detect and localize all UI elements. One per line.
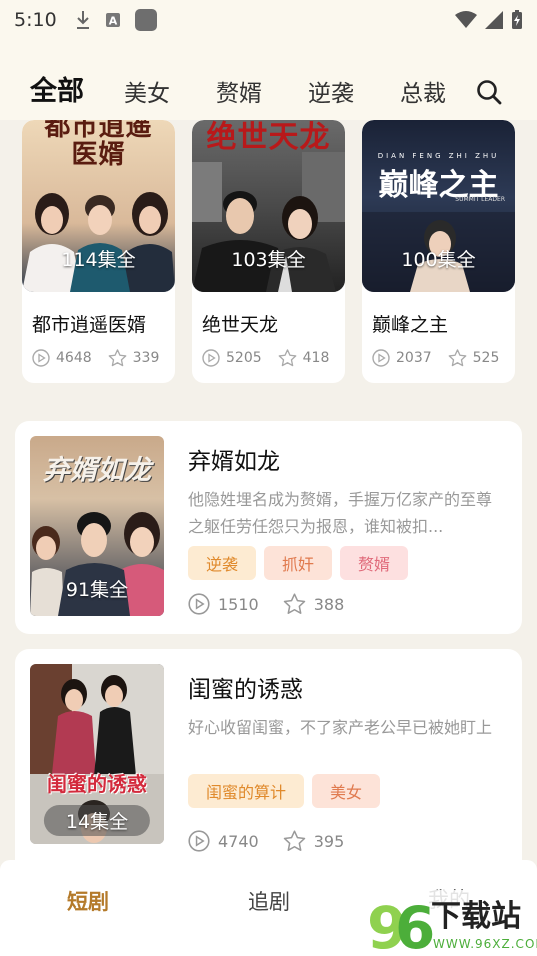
genre-tag[interactable]: 抓奸: [264, 546, 333, 580]
tab-all[interactable]: 全部: [30, 69, 84, 108]
star-icon: [283, 593, 305, 614]
star-count: 339: [108, 349, 159, 367]
status-time: 5:10: [14, 9, 57, 31]
download-icon: [76, 11, 89, 29]
episode-count-badge: 100集全: [401, 249, 476, 271]
cover-title-art: 弃婿如龙: [43, 455, 151, 486]
svg-text:6: 6: [395, 894, 435, 956]
svg-text:下载站: 下载站: [431, 899, 521, 934]
play-circle-icon: [188, 830, 210, 852]
star-count: 525: [448, 349, 499, 367]
category-tab-bar: 全部 美女 赘婿 逆袭 总裁: [0, 40, 537, 120]
play-count: 5205: [202, 349, 262, 367]
drama-stats: 1510 388: [188, 593, 368, 615]
play-circle-icon: [372, 349, 390, 367]
drama-cover[interactable]: 绝世天龙 103集全: [192, 120, 345, 292]
nav-item-shorts[interactable]: 短剧: [67, 886, 109, 916]
drama-card[interactable]: DIAN FENG ZHI ZHU 巅峰之主 SUMMIT LEADER 100…: [362, 120, 515, 383]
a-icon: A: [105, 13, 120, 28]
drama-stats: 4648 339: [22, 337, 175, 367]
tab-son-in-law[interactable]: 赘婿: [216, 74, 262, 108]
play-count: 4648: [32, 349, 92, 367]
signal-icon: [485, 11, 503, 29]
star-count: 388: [283, 593, 344, 615]
drama-cover[interactable]: 闺蜜的诱惑 14集全: [30, 664, 164, 844]
drama-card[interactable]: 都市逍遥 医婿 114集全 都市逍遥医婿 4648 339: [22, 120, 175, 383]
search-icon[interactable]: [475, 78, 503, 106]
episode-count-badge: 91集全: [65, 579, 129, 601]
tag-list: 闺蜜的算计 美女: [188, 774, 507, 808]
drama-list-item[interactable]: 弃婿如龙 91集全 弃婿如龙 他隐姓埋名成为赘婿，手握万亿家产的至尊之躯任劳任怨…: [15, 421, 522, 634]
status-bar: 5:10 A: [0, 0, 537, 40]
svg-text:WWW.96XZ.COM: WWW.96XZ.COM: [433, 937, 537, 951]
wifi-icon: [455, 11, 477, 28]
drama-card[interactable]: 绝世天龙 103集全 绝世天龙 5205 418: [192, 120, 345, 383]
drama-title[interactable]: 弃婿如龙: [188, 442, 507, 476]
genre-tag[interactable]: 美女: [312, 774, 381, 808]
cover-title-art: 都市逍遥 医婿: [44, 120, 153, 170]
genre-tag[interactable]: 赘婿: [340, 546, 409, 580]
star-count: 395: [283, 830, 344, 852]
drama-list-item[interactable]: 闺蜜的诱惑 14集全 闺蜜的诱惑 好心收留闺蜜，不了家产老公早已被她盯上 闺蜜的…: [15, 649, 522, 860]
drama-stats: 2037 525: [362, 337, 515, 367]
episode-count-badge: 14集全: [43, 805, 151, 836]
status-left-icons: A: [75, 9, 157, 31]
episode-count-badge: 114集全: [61, 249, 136, 271]
drama-info: 闺蜜的诱惑 好心收留闺蜜，不了家产老公早已被她盯上 闺蜜的算计 美女 4740 …: [188, 664, 507, 860]
tab-comeback[interactable]: 逆袭: [308, 74, 354, 108]
drama-cover[interactable]: DIAN FENG ZHI ZHU 巅峰之主 SUMMIT LEADER 100…: [362, 120, 515, 292]
star-icon: [278, 349, 297, 367]
star-icon: [108, 349, 127, 367]
genre-tag[interactable]: 逆袭: [188, 546, 257, 580]
genre-tag[interactable]: 闺蜜的算计: [188, 774, 305, 808]
star-count: 418: [278, 349, 329, 367]
drama-stats: 5205 418: [192, 337, 345, 367]
nav-item-following[interactable]: 追剧: [248, 886, 290, 916]
play-circle-icon: [32, 349, 50, 367]
drama-cover[interactable]: 都市逍遥 医婿 114集全: [22, 120, 175, 292]
drama-description: 好心收留闺蜜，不了家产老公早已被她盯上: [188, 718, 493, 737]
battery-icon: [512, 10, 522, 29]
star-icon: [448, 349, 467, 367]
drama-title[interactable]: 都市逍遥医婿: [22, 292, 175, 337]
drama-description: 他隐姓埋名成为赘婿，手握万亿家产的至尊之躯任劳任怨只为报恩，谁知被扣...: [188, 490, 493, 536]
cover-title-art: 闺蜜的诱惑: [47, 772, 147, 796]
star-icon: [283, 830, 305, 851]
watermark-logo: 9 6 下载站 WWW.96XZ.COM: [365, 890, 537, 956]
episode-count-badge: 103集全: [231, 249, 306, 271]
tab-ceo[interactable]: 总裁: [400, 74, 446, 108]
drama-cover[interactable]: 弃婿如龙 91集全: [30, 436, 164, 616]
drama-info: 弃婿如龙 他隐姓埋名成为赘婿，手握万亿家产的至尊之躯任劳任怨只为报恩，谁知被扣.…: [188, 436, 507, 619]
status-right-icons: [455, 10, 523, 30]
cover-top-text: DIAN FENG ZHI ZHU: [377, 152, 500, 160]
drama-stats: 4740 395: [188, 830, 368, 852]
play-circle-icon: [202, 349, 220, 367]
play-count: 2037: [372, 349, 432, 367]
play-count: 1510: [188, 593, 259, 615]
play-count: 4740: [188, 830, 259, 852]
drama-title[interactable]: 绝世天龙: [192, 292, 345, 337]
tag-list: 逆袭 抓奸 赘婿: [188, 546, 507, 580]
app-icon: [134, 9, 157, 31]
drama-feed[interactable]: 都市逍遥 医婿 114集全 都市逍遥医婿 4648 339 绝世天龙 103集全…: [0, 120, 537, 860]
drama-title[interactable]: 巅峰之主: [362, 292, 515, 337]
play-circle-icon: [188, 593, 210, 615]
cover-people-illustration: [22, 192, 175, 292]
tab-beauty[interactable]: 美女: [124, 74, 170, 108]
svg-text:A: A: [108, 15, 117, 28]
drama-grid: 都市逍遥 医婿 114集全 都市逍遥医婿 4648 339 绝世天龙 103集全…: [22, 120, 515, 383]
drama-title[interactable]: 闺蜜的诱惑: [188, 670, 507, 704]
cover-title-art: 绝世天龙: [206, 120, 331, 155]
